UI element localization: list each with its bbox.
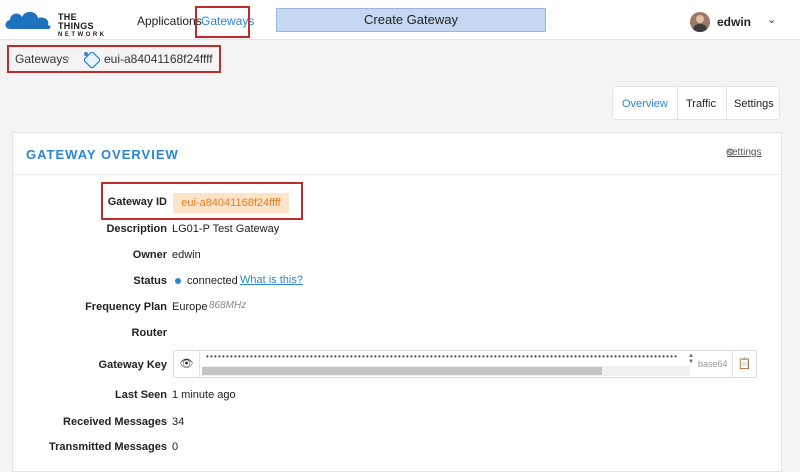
frequency-plan-label: Frequency Plan: [85, 301, 167, 313]
owner-value: edwin: [172, 249, 201, 261]
description-label: Description: [106, 223, 167, 235]
router-label: Router: [131, 327, 167, 339]
panel-title: GATEWAY OVERVIEW: [26, 147, 179, 162]
frequency-plan-band: 868MHz: [209, 300, 247, 311]
key-encoding-label[interactable]: base64: [698, 359, 728, 369]
gateway-key-masked: ••••••••••••••••••••••••••••••••••••••••…: [206, 354, 679, 360]
gear-icon[interactable]: ⚙: [725, 146, 735, 159]
gateway-id-value: eui-a84041168f24ffff: [173, 193, 289, 213]
gateway-diamond-icon: [83, 51, 101, 69]
breadcrumb-current-gateway: eui-a84041168f24ffff: [104, 52, 213, 66]
status-dot-icon: [175, 278, 181, 284]
received-messages-value: 34: [172, 416, 185, 428]
tab-bar: Overview Traffic Settings: [612, 86, 780, 120]
avatar: [690, 12, 710, 32]
tab-traffic[interactable]: Traffic: [686, 98, 716, 110]
frequency-plan-value: Europe: [172, 301, 208, 313]
received-messages-label: Received Messages: [63, 416, 167, 428]
breadcrumb-gateways[interactable]: Gateways: [15, 52, 68, 66]
status-value: connected: [187, 275, 238, 287]
cloud-logo-icon: [5, 11, 51, 29]
gateway-key-label: Gateway Key: [98, 359, 167, 371]
create-gateway-button[interactable]: Create Gateway: [276, 8, 546, 32]
sort-arrows-icon[interactable]: ▲ ▼: [688, 353, 694, 365]
nav-gateways[interactable]: Gateways: [201, 14, 254, 28]
last-seen-value: 1 minute ago: [172, 389, 236, 401]
chevron-right-icon: ›: [66, 51, 70, 65]
clipboard-icon[interactable]: 📋: [732, 351, 756, 377]
tab-settings[interactable]: Settings: [734, 98, 774, 110]
status-help-link[interactable]: What is this?: [240, 274, 303, 286]
tab-overview[interactable]: Overview: [622, 98, 668, 110]
description-value: LG01-P Test Gateway: [172, 223, 280, 235]
last-seen-label: Last Seen: [115, 389, 167, 401]
transmitted-messages-label: Transmitted Messages: [49, 441, 167, 453]
gateway-key-field[interactable]: 👁 ••••••••••••••••••••••••••••••••••••••…: [173, 350, 757, 378]
chevron-down-icon[interactable]: ⌄: [767, 13, 776, 26]
status-label: Status: [133, 275, 167, 287]
gateway-key-scrollbar[interactable]: [202, 366, 690, 376]
logo-wordmark: THE THINGS NETWORK: [58, 12, 107, 39]
gateway-id-label: Gateway ID: [107, 196, 167, 208]
eye-icon[interactable]: 👁: [174, 351, 200, 377]
transmitted-messages-value: 0: [172, 441, 179, 453]
panel-header: GATEWAY OVERVIEW settings: [13, 133, 781, 175]
ttn-logo[interactable]: THE THINGS NETWORK: [4, 9, 114, 38]
username: edwin: [717, 15, 752, 29]
nav-applications[interactable]: Applications: [137, 14, 202, 28]
scrollbar-thumb[interactable]: [202, 367, 602, 375]
top-navbar: THE THINGS NETWORK Applications Gateways…: [0, 0, 800, 40]
owner-label: Owner: [132, 249, 167, 261]
tab-divider: [677, 87, 678, 119]
tab-divider: [726, 87, 727, 119]
